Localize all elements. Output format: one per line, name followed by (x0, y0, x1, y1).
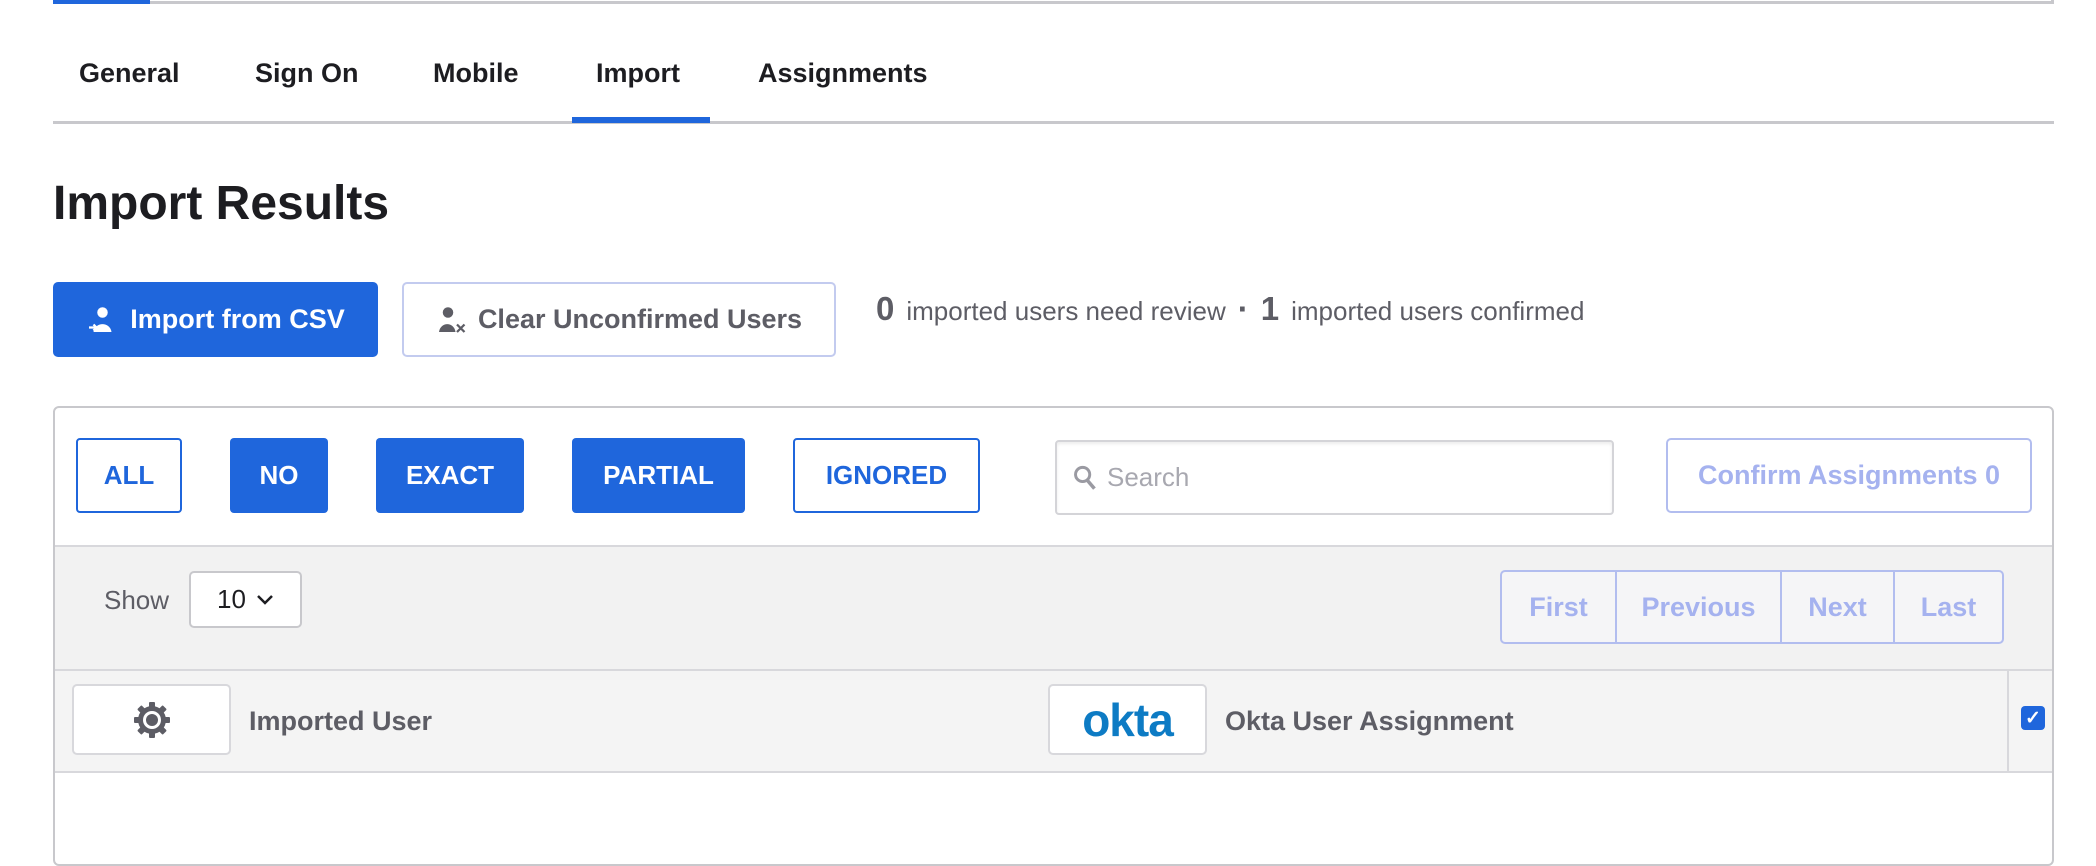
confirm-assignments-button[interactable]: Confirm Assignments 0 (1666, 438, 2032, 513)
column-okta-user-assignment: Okta User Assignment (1225, 706, 1514, 736)
okta-logo-box: okta (1048, 684, 1207, 755)
page-size-value: 10 (217, 584, 246, 614)
tabs-divider (53, 121, 2054, 124)
tab-mobile[interactable]: Mobile (433, 58, 519, 89)
column-divider (2007, 671, 2009, 773)
column-imported-user: Imported User (249, 706, 433, 736)
pagination-previous[interactable]: Previous (1617, 572, 1782, 642)
tab-sign-on[interactable]: Sign On (255, 58, 359, 89)
gear-icon (133, 701, 170, 738)
tab-assignments[interactable]: Assignments (758, 58, 928, 89)
search-input[interactable] (1107, 462, 1442, 493)
page-title: Import Results (53, 177, 390, 230)
review-count: 0 (876, 290, 895, 327)
filter-partial-button[interactable]: PARTIAL (572, 438, 745, 513)
pagination-last[interactable]: Last (1895, 572, 2002, 642)
user-remove-icon (438, 306, 466, 333)
review-label: imported users need review (906, 296, 1226, 326)
settings-button[interactable] (72, 684, 231, 755)
clear-unconfirmed-label: Clear Unconfirmed Users (477, 304, 803, 334)
search-field[interactable] (1055, 440, 1614, 515)
chevron-down-icon (257, 594, 273, 605)
okta-logo: okta (1082, 693, 1174, 746)
pagination-next[interactable]: Next (1782, 572, 1895, 642)
show-label: Show (104, 585, 170, 615)
page-size-select[interactable]: 10 (189, 571, 302, 628)
import-from-csv-label: Import from CSV (130, 304, 345, 334)
tab-general[interactable]: General (79, 58, 180, 89)
filter-all-button[interactable]: ALL (76, 438, 182, 513)
clear-unconfirmed-users-button[interactable]: Clear Unconfirmed Users (402, 282, 836, 357)
pagination-first[interactable]: First (1502, 572, 1617, 642)
filter-ignored-button[interactable]: IGNORED (793, 438, 980, 513)
filter-no-button[interactable]: NO (230, 438, 328, 513)
user-import-icon (89, 306, 112, 332)
active-tab-indicator (572, 117, 710, 123)
top-progress-accent (53, 0, 150, 4)
pagination: First Previous Next Last (1500, 570, 2004, 644)
search-icon (1074, 465, 1096, 490)
tab-import[interactable]: Import (596, 58, 680, 89)
import-stats: 0 imported users need review · 1 importe… (876, 290, 1584, 328)
stats-separator: · (1237, 290, 1249, 327)
filter-exact-button[interactable]: EXACT (376, 438, 524, 513)
select-all-checkbox[interactable]: ✓ (2021, 706, 2045, 730)
top-border (53, 0, 2054, 4)
confirmed-label: imported users confirmed (1291, 296, 1585, 326)
import-from-csv-button[interactable]: Import from CSV (53, 282, 378, 357)
confirmed-count: 1 (1260, 290, 1280, 327)
